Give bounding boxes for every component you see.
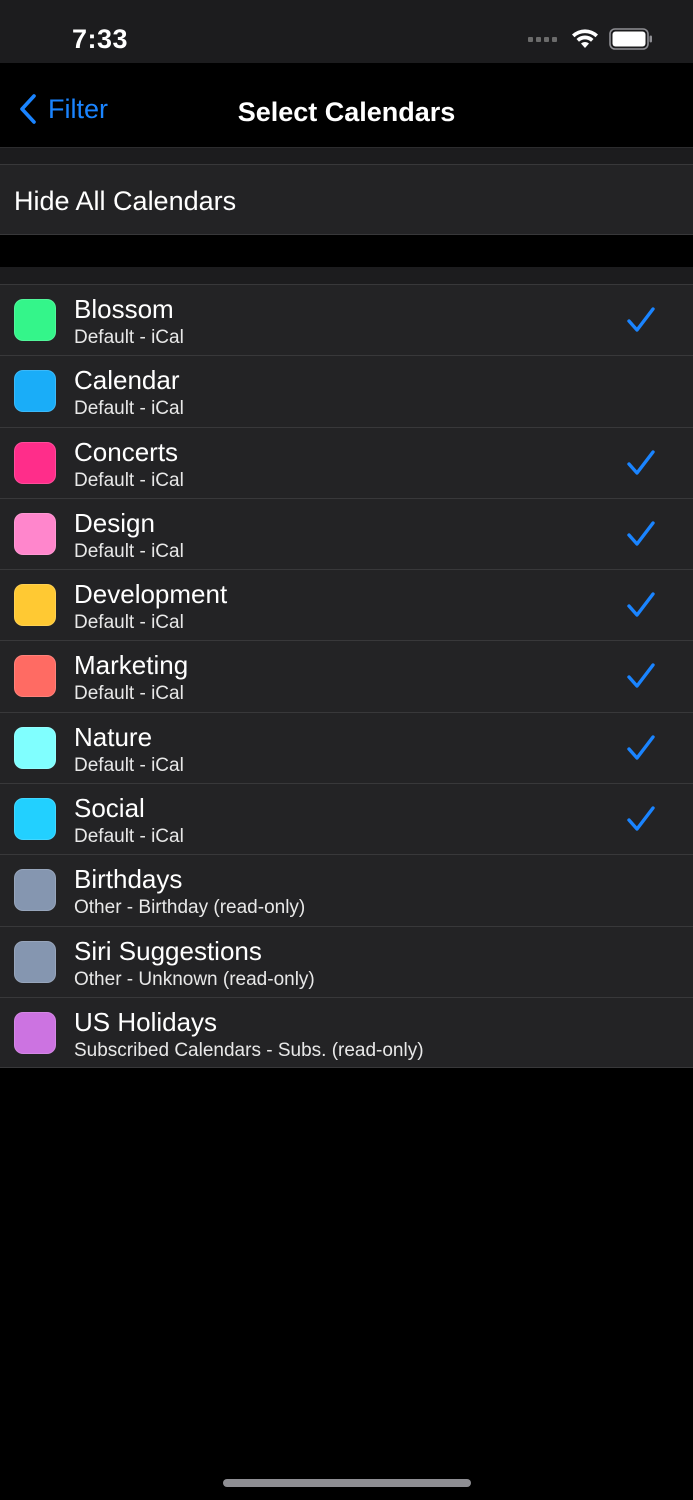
calendar-name: US Holidays [74,1006,218,1037]
calendar-color-swatch [14,299,56,341]
wifi-icon [572,29,598,48]
calendar-source: Default - iCal [74,469,184,491]
calendar-list: Blossom Default - iCal Calendar Default - i… [0,284,693,1069]
calendar-name: Calendar [74,365,180,396]
calendar-name: Birthdays [74,864,183,895]
navigation-bar: Filter Select Calendars [0,63,693,148]
calendar-color-swatch [14,869,56,912]
calendar-color-swatch [14,940,56,983]
calendar-name: Development [74,579,228,610]
hide-all-calendars-button[interactable]: Hide All Calendars [0,164,693,235]
calendar-color-swatch [14,512,56,555]
calendar-row[interactable]: Siri Suggestions Other - Unknown (read-on… [0,925,693,997]
hide-all-calendars-label: Hide All Calendars [14,186,237,216]
calendar-row[interactable]: Concerts Default - iCal [0,426,693,498]
status-bar: 7:33 [0,0,693,63]
calendar-row[interactable]: Design Default - iCal [0,497,693,570]
calendar-name: Marketing [74,650,189,681]
calendar-source: Default - iCal [74,327,184,348]
calendar-color-swatch [14,798,56,841]
calendar-source: Other - Birthday (read-only) [74,897,306,919]
calendar-row[interactable]: Calendar Default - iCal [0,355,693,427]
home-indicator [223,1479,471,1487]
checkmark-icon [627,592,655,617]
calendar-name: Blossom [74,294,174,324]
calendar-source: Default - iCal [74,754,184,776]
checkmark-icon [627,663,655,689]
calendar-source: Default - iCal [74,540,184,562]
status-icons [528,28,653,50]
status-time: 7:33 [72,24,129,54]
calendar-name: Nature [74,721,153,752]
section-spacer [0,235,693,267]
checkmark-icon [627,307,655,332]
calendar-color-swatch [14,726,56,769]
calendar-row[interactable]: Marketing Default - iCal [0,640,693,712]
calendar-row[interactable]: Social Default - iCal [0,783,693,855]
calendar-source: Default - iCal [74,398,184,420]
calendar-name: Design [74,507,155,538]
calendar-name: Concerts [74,436,179,467]
calendar-row[interactable]: Nature Default - iCal [0,711,693,784]
calendar-source: Default - iCal [74,683,184,705]
calendar-source: Other - Unknown (read-only) [74,968,315,990]
section-spacer [0,148,693,164]
calendar-source: Default - iCal [74,612,184,634]
calendar-name: Siri Suggestions [74,935,262,966]
calendar-row[interactable]: Birthdays Other - Birthday (read-only) [0,854,693,926]
battery-icon [609,28,652,50]
calendar-color-swatch [14,655,56,698]
calendar-color-swatch [14,441,56,484]
checkmark-icon [627,806,655,831]
checkmark-icon [627,449,655,475]
calendar-color-swatch [14,584,56,627]
cellular-signal-icon [528,36,557,42]
section-spacer [0,267,693,284]
calendar-name: Social [74,793,145,824]
checkmark-icon [627,735,655,760]
checkmark-icon [627,521,655,546]
calendar-row[interactable]: Development Default - iCal [0,569,693,641]
calendar-color-swatch [14,370,56,413]
calendar-color-swatch [14,1011,56,1054]
calendar-row[interactable]: US Holidays Subscribed Calendars - Subs. … [0,996,693,1069]
calendar-source: Subscribed Calendars - Subs. (read-only) [74,1039,424,1061]
page-title: Select Calendars [237,97,456,127]
calendar-row[interactable]: Blossom Default - iCal [0,284,693,356]
calendar-source: Default - iCal [74,826,184,848]
